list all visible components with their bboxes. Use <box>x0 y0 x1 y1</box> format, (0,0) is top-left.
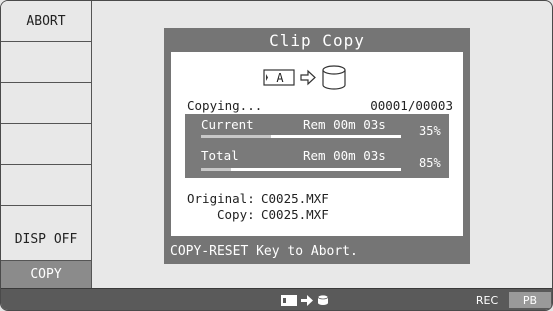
copy-status-indicator <box>281 294 329 306</box>
total-percent: 85% <box>419 156 441 170</box>
current-progress-fill <box>201 135 271 138</box>
sidebar: ABORT DISP OFF COPY <box>1 1 92 288</box>
pb-indicator: PB <box>509 292 551 308</box>
rec-indicator: REC <box>467 292 507 308</box>
original-label: Original: <box>187 191 255 206</box>
dialog-title: Clip Copy <box>269 30 365 50</box>
device-screen: ABORT DISP OFF COPY Clip Copy A Copying.… <box>0 0 553 311</box>
original-filename: C0025.MXF <box>261 191 329 206</box>
copy-direction-graphic: A <box>263 65 346 90</box>
status-bar: REC PB <box>1 288 552 310</box>
copy-button[interactable]: COPY <box>1 261 91 288</box>
abort-button-label: ABORT <box>26 13 66 29</box>
total-remaining: Rem 00m 03s <box>303 148 386 163</box>
disk-icon <box>317 294 329 305</box>
arrow-right-icon <box>301 294 313 306</box>
total-progress-bar <box>201 168 401 171</box>
copy-label: Copy: <box>217 207 255 222</box>
dialog-footer: COPY-RESET Key to Abort. <box>170 243 358 259</box>
memory-card-icon <box>281 294 297 306</box>
arrow-right-icon <box>300 69 316 86</box>
sidebar-button-2[interactable] <box>1 42 91 83</box>
total-label: Total <box>201 148 239 163</box>
sidebar-button-3[interactable] <box>1 83 91 124</box>
copy-button-label: COPY <box>30 267 62 282</box>
current-progress-bar <box>201 135 401 138</box>
copy-filename: C0025.MXF <box>261 207 329 222</box>
total-progress-fill <box>201 168 231 171</box>
dialog-body: A Copying... 00001/00003 Current Rem 00m… <box>171 52 463 236</box>
progress-panel: Current Rem 00m 03s 35% Total Rem 00m 03… <box>185 114 449 178</box>
disp-off-button-label: DISP OFF <box>14 232 78 247</box>
clip-copy-dialog: Clip Copy A Copying... 00001/00003 Curre… <box>164 28 470 264</box>
sidebar-button-5[interactable] <box>1 165 91 206</box>
current-percent: 35% <box>419 124 441 138</box>
disp-off-button[interactable]: DISP OFF <box>1 219 91 261</box>
copying-status: Copying... <box>187 98 263 113</box>
current-label: Current <box>201 117 254 132</box>
card-label: A <box>276 71 284 85</box>
disk-icon <box>322 65 346 90</box>
sidebar-button-4[interactable] <box>1 124 91 165</box>
copy-counter: 00001/00003 <box>370 98 453 113</box>
abort-button[interactable]: ABORT <box>1 1 91 42</box>
current-remaining: Rem 00m 03s <box>303 117 386 132</box>
